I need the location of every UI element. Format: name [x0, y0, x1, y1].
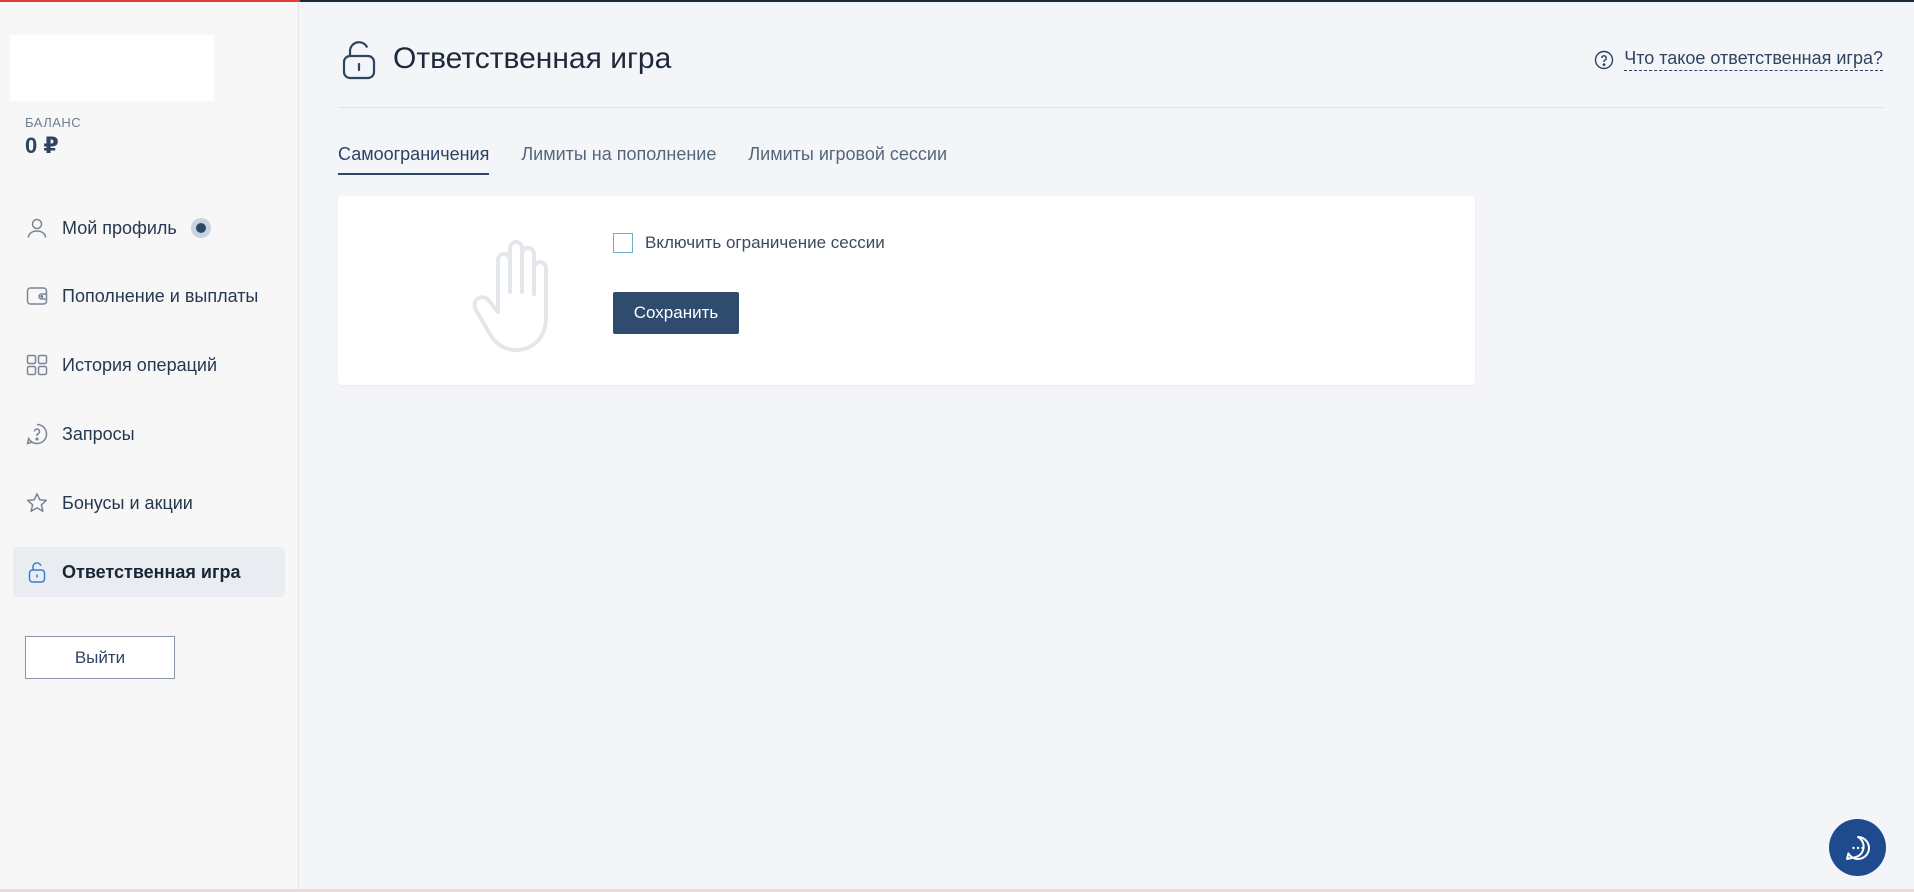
help-link-container: Что такое ответственная игра?: [1594, 48, 1883, 71]
lock-icon: [342, 41, 376, 80]
settings-card: Включить ограничение сессии Сохранить: [338, 196, 1475, 385]
status-indicator: [190, 218, 211, 238]
app-root: БАЛАНС 0 ₽ Мой профиль Пополнение и выпл…: [0, 0, 1914, 892]
balance-value: 0 ₽: [25, 133, 59, 158]
sidebar-item-label: История операций: [62, 354, 218, 375]
sidebar-item-label: Запросы: [62, 423, 135, 444]
session-limit-checkbox[interactable]: [613, 233, 633, 253]
logo-placeholder: [10, 35, 214, 101]
page-title: Ответственная игра: [393, 42, 672, 75]
balance-label: БАЛАНС: [25, 115, 82, 130]
question-circle-icon: [1595, 50, 1614, 69]
sidebar-item-label: Бонусы и акции: [62, 492, 193, 513]
logout-button[interactable]: Выйти: [25, 636, 175, 679]
chat-button[interactable]: [1829, 819, 1886, 876]
help-link[interactable]: Что такое ответственная игра?: [1624, 48, 1883, 71]
sidebar-item-profile[interactable]: Мой профиль: [13, 203, 285, 253]
checkbox-label: Включить ограничение сессии: [645, 233, 885, 252]
session-limit-checkbox-row[interactable]: Включить ограничение сессии: [613, 233, 885, 253]
save-button[interactable]: Сохранить: [613, 292, 739, 334]
tab-bar: Самоограничения Лимиты на пополнение Лим…: [338, 144, 979, 175]
divider: [338, 107, 1884, 108]
hand-icon: [472, 240, 548, 352]
sidebar-item-responsible-gaming[interactable]: Ответственная игра: [13, 547, 285, 597]
tab-deposit-limits[interactable]: Лимиты на пополнение: [521, 144, 716, 175]
tab-self-restrictions[interactable]: Самоограничения: [338, 144, 490, 175]
grid-icon: [25, 353, 49, 377]
wallet-icon: [25, 284, 49, 308]
sidebar-item-payments[interactable]: Пополнение и выплаты: [13, 271, 285, 321]
sidebar-item-label: Ответственная игра: [62, 561, 241, 582]
tab-session-limits[interactable]: Лимиты игровой сессии: [748, 144, 947, 175]
sidebar: БАЛАНС 0 ₽ Мой профиль Пополнение и выпл…: [0, 2, 299, 889]
chat-icon: [1845, 835, 1870, 860]
top-dark-line: [300, 0, 1914, 2]
sidebar-item-requests[interactable]: Запросы: [13, 409, 285, 459]
sidebar-item-label: Пополнение и выплаты: [62, 285, 259, 306]
sidebar-item-history[interactable]: История операций: [13, 340, 285, 390]
lock-icon: [25, 560, 49, 584]
sidebar-item-bonuses[interactable]: Бонусы и акции: [13, 478, 285, 528]
user-icon: [25, 216, 49, 240]
star-icon: [25, 491, 49, 515]
sidebar-item-label: Мой профиль: [62, 217, 177, 238]
question-icon: [25, 422, 49, 446]
